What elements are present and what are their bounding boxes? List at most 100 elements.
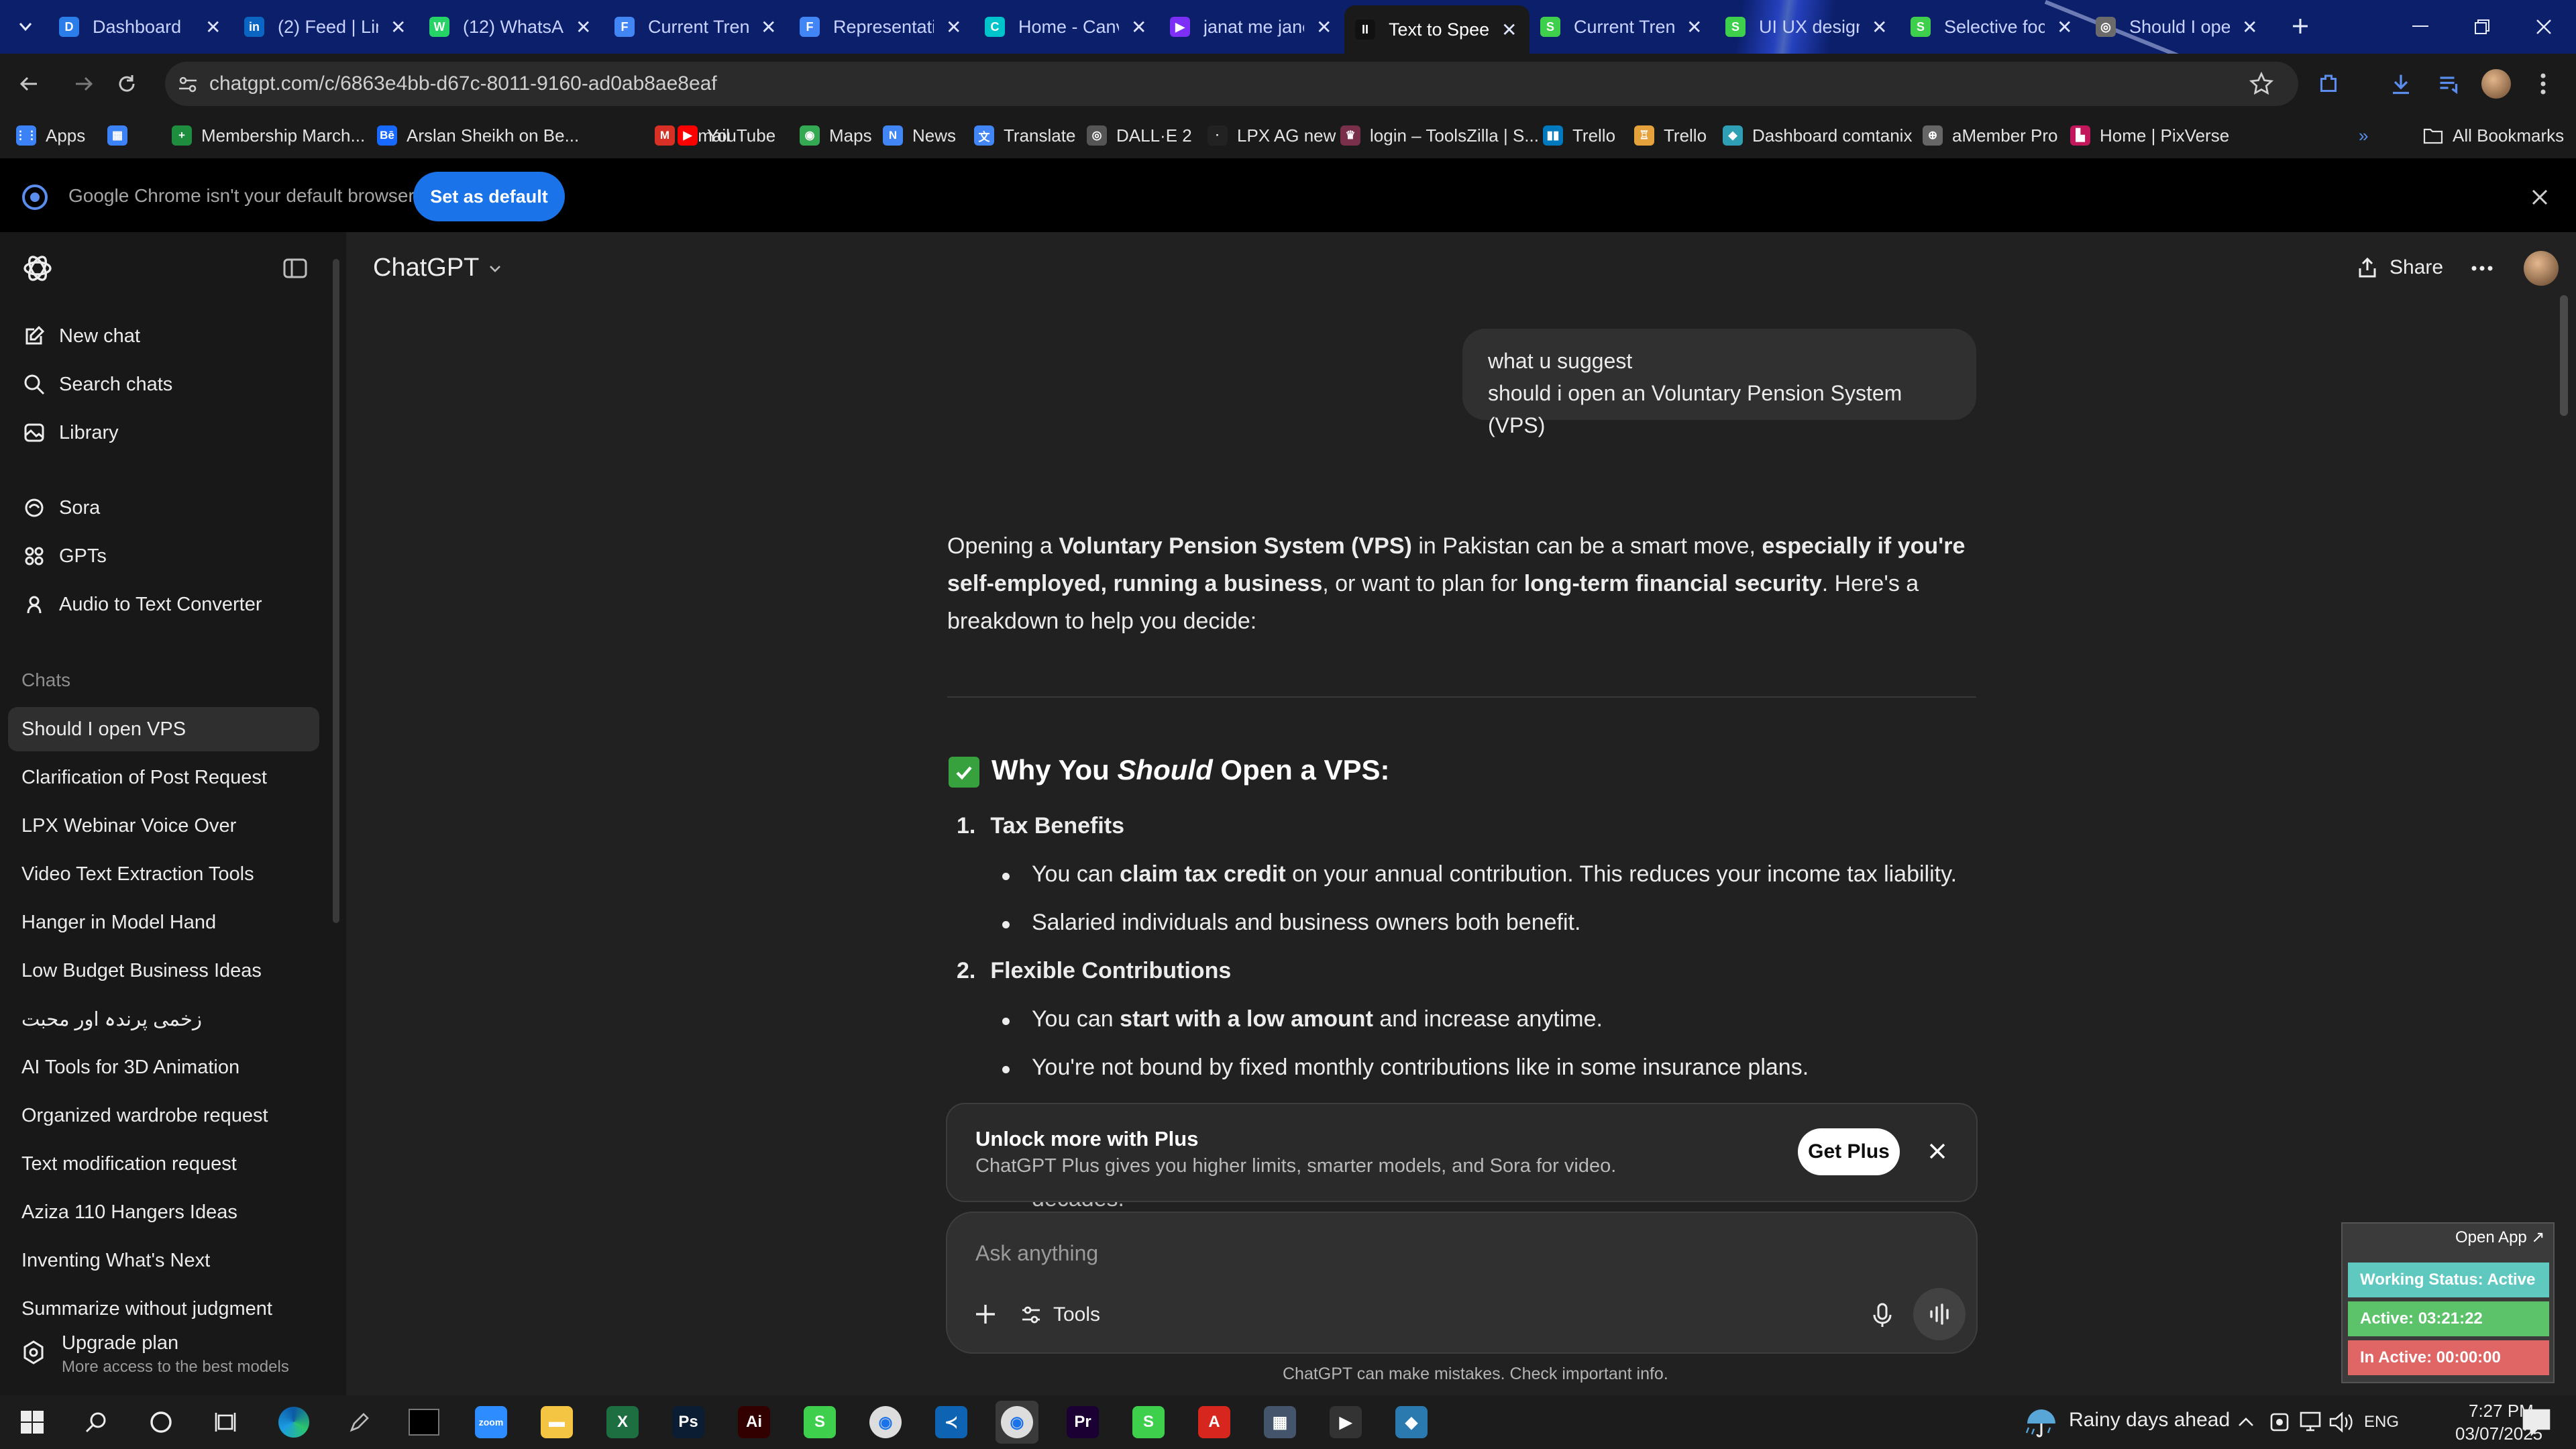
tab-search-chevron-icon[interactable] <box>12 15 39 39</box>
all-bookmarks-button[interactable]: All Bookmarks <box>2423 119 2564 152</box>
tools-button[interactable]: Tools <box>1020 1299 1100 1331</box>
start-button[interactable] <box>11 1401 54 1444</box>
new-chat-button[interactable]: New chat <box>8 314 319 358</box>
bookmark-item[interactable]: ◆ Dashboard comtanix <box>1723 119 1912 152</box>
close-tab-icon[interactable]: ✕ <box>2242 16 2257 38</box>
bookmark-item[interactable]: ◎ DALL·E 2 <box>1087 119 1192 152</box>
add-attachment-button[interactable] <box>969 1297 1002 1331</box>
bookmark-star-icon[interactable] <box>2245 67 2278 101</box>
task-view-button[interactable] <box>204 1401 247 1444</box>
bookmark-item[interactable]: 文 Translate <box>974 119 1075 152</box>
bookmark-item[interactable]: ▦ <box>107 119 137 152</box>
download-icon[interactable] <box>2384 67 2418 101</box>
green-app-icon[interactable]: S <box>798 1401 841 1444</box>
browser-tab[interactable]: F Representation ✕ <box>789 5 974 48</box>
illustrator-icon[interactable]: Ai <box>733 1401 775 1444</box>
bookmark-item[interactable]: ♛ login – ToolsZilla | S... <box>1340 119 1539 152</box>
set-as-default-button[interactable]: Set as default <box>413 172 565 221</box>
network-icon[interactable] <box>2297 1410 2324 1434</box>
chrome-icon[interactable]: ◉ <box>864 1401 907 1444</box>
chat-scrollbar[interactable] <box>2560 295 2568 416</box>
browser-tab[interactable]: F Current Trends ✕ <box>604 5 789 48</box>
url-text[interactable]: chatgpt.com/c/6863e4bb-d67c-8011-9160-ad… <box>209 72 717 95</box>
chat-history-item[interactable]: Organized wardrobe request <box>8 1093 319 1138</box>
show-hidden-icons-chevron-icon[interactable] <box>2233 1409 2259 1436</box>
browser-tab[interactable]: D Dashboard ✕ <box>48 5 233 48</box>
close-tab-icon[interactable]: ✕ <box>761 16 776 38</box>
chat-history-item[interactable]: AI Tools for 3D Animation <box>8 1045 319 1089</box>
close-tab-icon[interactable]: ✕ <box>1872 16 1887 38</box>
zoom-icon[interactable]: zoom <box>470 1401 513 1444</box>
file-explorer-icon[interactable]: ▬ <box>535 1401 578 1444</box>
input-language[interactable]: ENG <box>2364 1413 2399 1432</box>
browser-tab[interactable]: C Home - Canva ✕ <box>974 5 1159 48</box>
close-tab-icon[interactable]: ✕ <box>1686 16 1702 38</box>
acrobat-icon[interactable]: A <box>1193 1401 1236 1444</box>
terminal-icon[interactable] <box>402 1401 445 1444</box>
open-app-link[interactable]: Open App ↗ <box>2455 1228 2545 1247</box>
voice-mode-button[interactable] <box>1913 1288 1966 1340</box>
search-chats-button[interactable]: Search chats <box>8 362 319 407</box>
library-button[interactable]: Library <box>8 411 319 455</box>
close-infobar-icon[interactable] <box>2526 184 2553 211</box>
sidebar-item-gpts[interactable]: GPTs <box>8 534 319 578</box>
photoshop-icon[interactable]: Ps <box>667 1401 710 1444</box>
media-queue-icon[interactable] <box>2432 67 2466 101</box>
chat-history-item[interactable]: زخمی پرندہ اور محبت <box>8 997 319 1041</box>
browser-tab[interactable]: W (12) WhatsApp ✕ <box>419 5 604 48</box>
profile-avatar[interactable] <box>2479 67 2513 101</box>
tray-app-icon[interactable] <box>2267 1410 2292 1434</box>
notifications-icon[interactable] <box>2521 1407 2552 1437</box>
calculator-icon[interactable]: ▦ <box>1258 1401 1301 1444</box>
sidebar-scrollbar[interactable] <box>333 259 339 923</box>
site-info-icon[interactable] <box>176 72 200 97</box>
bookmark-item[interactable]: ⊕ aMember Pro <box>1923 119 2058 152</box>
cortana-button[interactable] <box>140 1401 182 1444</box>
prompt-input[interactable] <box>975 1234 1780 1272</box>
close-tab-icon[interactable]: ✕ <box>2057 16 2072 38</box>
close-icon[interactable] <box>1923 1136 1952 1166</box>
more-options-icon[interactable] <box>2469 258 2496 279</box>
volume-icon[interactable] <box>2328 1410 2355 1434</box>
close-tab-icon[interactable]: ✕ <box>1131 16 1146 38</box>
bookmark-item[interactable]: ⋮⋮ Apps <box>15 119 85 152</box>
chat-history-item[interactable]: LPX Webinar Voice Over <box>8 804 319 848</box>
chat-history-item[interactable]: Hanger in Model Hand <box>8 900 319 945</box>
model-selector[interactable]: ChatGPT <box>373 254 503 282</box>
browser-tab[interactable]: in (2) Feed | LinkedIn ✕ <box>233 5 419 48</box>
restore-button[interactable] <box>2451 0 2513 54</box>
close-tab-icon[interactable]: ✕ <box>205 16 221 38</box>
browser-tab[interactable]: S Selective focus ✕ <box>1900 5 2085 48</box>
share-button[interactable]: Share <box>2356 252 2443 283</box>
browser-tab[interactable]: S UI UX design ✕ <box>1715 5 1900 48</box>
taskbar-search-button[interactable] <box>75 1401 118 1444</box>
browser-tab[interactable]: S Current Trends ✕ <box>1529 5 1715 48</box>
bookmark-item[interactable]: ▮▮ Trello <box>1543 119 1615 152</box>
chat-history-item[interactable]: Video Text Extraction Tools <box>8 852 319 896</box>
new-tab-button[interactable] <box>2284 9 2317 43</box>
microphone-icon[interactable] <box>1866 1299 1898 1331</box>
app-icon[interactable]: ◆ <box>1390 1401 1433 1444</box>
back-button[interactable] <box>13 68 44 99</box>
chat-history-item[interactable]: Clarification of Post Request <box>8 755 319 800</box>
bookmarks-overflow-icon[interactable]: » <box>2359 119 2368 152</box>
sidebar-item-audio-to-text[interactable]: Audio to Text Converter <box>8 582 319 627</box>
get-plus-button[interactable]: Get Plus <box>1798 1128 1900 1175</box>
bookmark-item[interactable]: Bē Arslan Sheikh on Be... <box>377 119 579 152</box>
pen-icon[interactable] <box>338 1401 381 1444</box>
minimize-button[interactable] <box>2390 0 2451 54</box>
excel-icon[interactable]: X <box>601 1401 644 1444</box>
bookmark-item[interactable]: · LPX AG new <box>1208 119 1336 152</box>
media-player-icon[interactable]: ▶ <box>1324 1401 1367 1444</box>
reload-button[interactable] <box>111 68 142 99</box>
extension-icon[interactable] <box>2312 67 2345 101</box>
chat-history-item[interactable]: Should I open VPS <box>8 707 319 751</box>
bookmark-item[interactable]: ◉ Maps <box>800 119 872 152</box>
chat-history-item[interactable]: Inventing What's Next <box>8 1238 319 1283</box>
vscode-icon[interactable]: ≺ <box>930 1401 973 1444</box>
close-window-button[interactable] <box>2513 0 2575 54</box>
chrome-profile-icon[interactable]: ◉ <box>996 1401 1038 1444</box>
bookmark-item[interactable]: ▶ YouTube <box>678 119 775 152</box>
chat-history-item[interactable]: Text modification request <box>8 1142 319 1186</box>
browser-menu-icon[interactable] <box>2526 67 2560 101</box>
